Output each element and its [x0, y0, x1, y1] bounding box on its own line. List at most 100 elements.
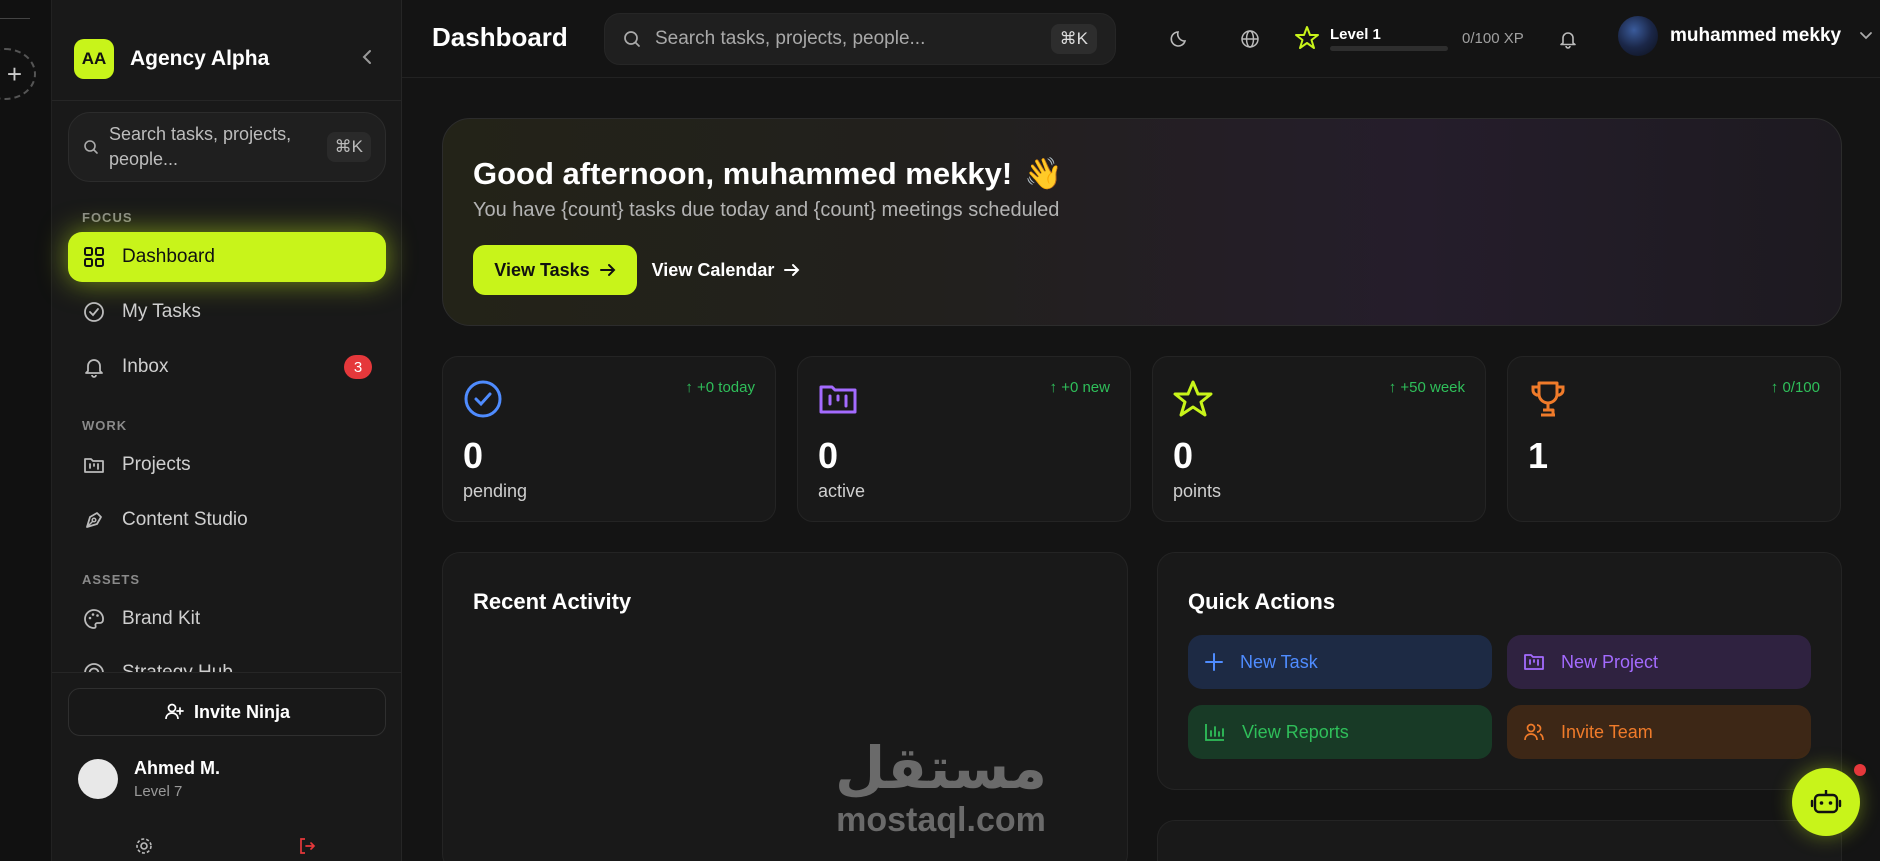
shortcut-hint: ⌘K: [1050, 24, 1097, 54]
invite-team-label: Invite Team: [1561, 721, 1653, 742]
sidebar-item-dashboard[interactable]: Dashboard: [68, 232, 386, 282]
folder-kanban-icon: [1524, 654, 1544, 670]
watermark: مستقل mostaql.com: [826, 736, 1056, 839]
brand-logo: AA: [74, 39, 114, 79]
stat-card-pending[interactable]: ↑ +0 today 0 pending: [442, 356, 776, 522]
new-project-label: New Project: [1561, 651, 1659, 672]
greeting-heading: Good afternoon, muhammed mekky! 👋: [473, 155, 1063, 192]
check-circle-icon: [82, 300, 106, 324]
section-label-assets: ASSETS: [82, 572, 141, 587]
sidebar-item-brand-kit[interactable]: Brand Kit: [68, 594, 386, 644]
brand-header: AA Agency Alpha: [74, 38, 379, 80]
watermark-latin: mostaql.com: [836, 801, 1046, 839]
sidebar-item-label: My Tasks: [122, 301, 201, 322]
trophy-icon: [1528, 379, 1568, 424]
user-plus-icon: [165, 703, 184, 720]
language-globe-icon[interactable]: [1238, 27, 1262, 51]
folder-kanban-icon: [818, 379, 858, 424]
invite-ninja-button[interactable]: Invite Ninja: [68, 688, 386, 736]
sidebar-item-strategy-hub[interactable]: Strategy Hub: [68, 648, 386, 672]
view-calendar-label: View Calendar: [651, 259, 775, 280]
upcoming-panel-partial: [1157, 820, 1842, 861]
invite-ninja-label: Invite Ninja: [193, 701, 291, 722]
xp-level-widget[interactable]: Level 1 0/100 XP: [1294, 22, 1534, 56]
bar-chart-icon: [1205, 724, 1224, 741]
stat-delta: ↑ +0 today: [685, 379, 755, 396]
stat-value: 0: [818, 435, 839, 476]
folder-kanban-icon: [82, 453, 106, 477]
arrow-right-icon: [599, 264, 616, 276]
sidebar-item-label: Projects: [122, 454, 191, 475]
palette-icon: [82, 607, 106, 631]
search-icon: [84, 140, 98, 154]
logout-icon[interactable]: [297, 836, 317, 861]
notifications-bell-icon[interactable]: [1556, 27, 1580, 51]
sidebar-item-inbox[interactable]: Inbox 3: [68, 342, 386, 392]
sidebar-item-label: Content Studio: [122, 509, 248, 530]
stat-caption: points: [1173, 481, 1222, 501]
check-circle-icon: [463, 379, 503, 424]
current-user[interactable]: Ahmed M. Level 7: [78, 758, 220, 800]
watermark-arabic: مستقل: [834, 736, 1048, 801]
stat-card-level[interactable]: ↑ 0/100 1: [1507, 356, 1841, 522]
avatar: [78, 759, 118, 799]
stat-value: 0: [1173, 435, 1194, 476]
level-label: Level 1: [1330, 26, 1381, 43]
xp-progress-bar: [1330, 46, 1448, 51]
recent-activity-title: Recent Activity: [473, 589, 632, 614]
add-workspace-button[interactable]: +: [0, 48, 36, 100]
quick-actions-title: Quick Actions: [1188, 589, 1336, 614]
sidebar-search[interactable]: Search tasks, projects, people... ⌘K: [68, 112, 386, 182]
star-icon: [1173, 379, 1213, 424]
new-task-button[interactable]: New Task: [1188, 635, 1492, 689]
plus-icon: [1205, 653, 1223, 671]
sidebar-scroll-clip: Strategy Hub: [52, 640, 401, 672]
invite-team-button[interactable]: Invite Team: [1507, 705, 1811, 759]
view-calendar-button[interactable]: View Calendar: [643, 245, 809, 295]
search-icon: [624, 31, 640, 47]
user-level: Level 7: [134, 783, 183, 800]
sidebar-item-label: Strategy Hub: [122, 662, 233, 672]
divider: [52, 672, 401, 673]
sidebar-item-content-studio[interactable]: Content Studio: [68, 495, 386, 545]
profile-name: muhammed mekky: [1670, 25, 1842, 46]
sidebar-item-my-tasks[interactable]: My Tasks: [68, 287, 386, 337]
stat-delta: ↑ +50 week: [1388, 379, 1465, 396]
sidebar-item-projects[interactable]: Projects: [68, 440, 386, 490]
sidebar-item-label: Dashboard: [122, 246, 215, 267]
section-label-focus: FOCUS: [82, 210, 133, 225]
sidebar-item-label: Brand Kit: [122, 608, 201, 629]
shortcut-hint: ⌘K: [326, 132, 371, 162]
dark-mode-toggle-moon-icon[interactable]: [1168, 27, 1192, 51]
brand-name: Agency Alpha: [130, 47, 270, 70]
chevron-down-icon: [1859, 27, 1873, 45]
profile-menu[interactable]: muhammed mekky: [1618, 16, 1873, 56]
plus-icon: +: [6, 58, 22, 89]
quick-actions-panel: Quick Actions New Task New Project View …: [1157, 552, 1842, 790]
stat-caption: active: [818, 481, 866, 501]
stat-card-points[interactable]: ↑ +50 week 0 points: [1152, 356, 1486, 522]
global-search-placeholder: Search tasks, projects, people...: [655, 28, 926, 49]
star-icon: [1294, 25, 1320, 56]
settings-gear-icon[interactable]: [134, 836, 154, 861]
ai-assistant-button[interactable]: [1792, 768, 1860, 836]
welcome-banner: Good afternoon, muhammed mekky! 👋 You hav…: [442, 118, 1842, 326]
sidebar-search-placeholder: Search tasks, projects, people...: [109, 124, 292, 169]
new-project-button[interactable]: New Project: [1507, 635, 1811, 689]
greeting-subtitle: You have {count} tasks due today and {co…: [473, 199, 1060, 221]
inbox-count-badge: 3: [344, 355, 372, 379]
view-tasks-button[interactable]: View Tasks: [473, 245, 637, 295]
user-name: Ahmed M.: [134, 758, 221, 778]
new-task-label: New Task: [1240, 651, 1318, 672]
bell-icon: [82, 355, 106, 379]
stat-card-active[interactable]: ↑ +0 new 0 active: [797, 356, 1131, 522]
notification-dot: [1854, 764, 1866, 776]
users-icon: [1524, 723, 1544, 741]
view-reports-button[interactable]: View Reports: [1188, 705, 1492, 759]
view-tasks-label: View Tasks: [494, 259, 590, 280]
collapse-sidebar-icon[interactable]: [355, 49, 379, 70]
divider: [52, 100, 401, 101]
view-reports-label: View Reports: [1242, 721, 1349, 742]
robot-icon: [1810, 790, 1842, 814]
global-search-input[interactable]: Search tasks, projects, people... ⌘K: [604, 13, 1116, 65]
